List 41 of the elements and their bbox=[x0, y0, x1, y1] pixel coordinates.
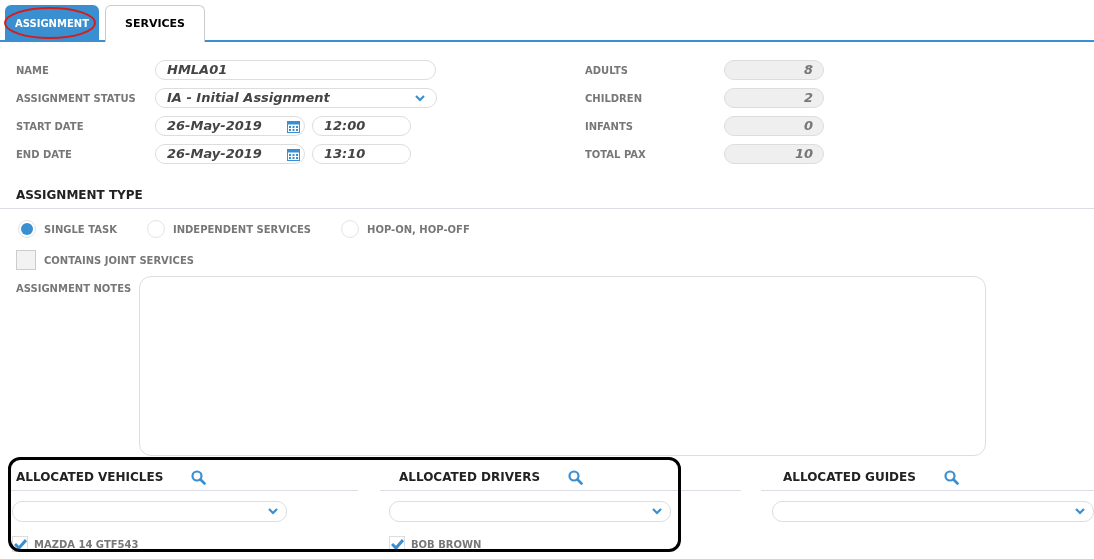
select-field[interactable] bbox=[772, 501, 1094, 522]
field-label: NAME bbox=[15, 63, 50, 78]
section-heading: ALLOCATED GUIDES bbox=[783, 469, 916, 486]
select-field[interactable] bbox=[12, 501, 287, 522]
readonly-field: 0 bbox=[724, 116, 824, 136]
calendar-icon[interactable] bbox=[287, 119, 300, 133]
select-field[interactable] bbox=[389, 501, 671, 522]
calendar-icon[interactable] bbox=[287, 147, 300, 161]
readonly-field: 2 bbox=[724, 88, 824, 108]
search-icon[interactable] bbox=[943, 469, 959, 485]
readonly-field: 10 bbox=[724, 144, 824, 164]
date-value: 26-May-2019 bbox=[167, 117, 262, 136]
checkbox-label: BOB BROWN bbox=[411, 537, 482, 552]
field-label: ADULTS bbox=[585, 63, 629, 78]
checkbox[interactable] bbox=[16, 250, 36, 270]
field-label: ASSIGNMENT NOTES bbox=[15, 282, 133, 296]
notes-field[interactable] bbox=[139, 276, 986, 456]
radio-label: SINGLE TASK bbox=[44, 222, 117, 237]
select-value: IA - Initial Assignment bbox=[167, 89, 330, 108]
radio-label: HOP-ON, HOP-OFF bbox=[367, 222, 470, 237]
date-value: 26-May-2019 bbox=[167, 145, 262, 164]
chevron-down-icon bbox=[415, 94, 425, 102]
chevron-down-icon bbox=[1075, 508, 1085, 515]
field-label: START DATE bbox=[15, 119, 85, 134]
chevron-down-icon bbox=[652, 508, 662, 515]
search-icon[interactable] bbox=[191, 469, 207, 485]
tab[interactable]: SERVICES bbox=[104, 5, 205, 42]
field-label: CHILDREN bbox=[585, 91, 643, 106]
section-heading: ALLOCATED DRIVERS bbox=[399, 469, 541, 486]
field-label: ASSIGNMENT STATUS bbox=[15, 91, 137, 106]
field-label: INFANTS bbox=[585, 119, 634, 134]
field-label: END DATE bbox=[15, 147, 73, 162]
chevron-down-icon bbox=[268, 508, 278, 515]
checkbox-label: MAZDA 14 GTF543 bbox=[34, 537, 139, 552]
checkbox-label: CONTAINS JOINT SERVICES bbox=[44, 253, 194, 268]
readonly-field: 8 bbox=[724, 60, 824, 80]
search-icon[interactable] bbox=[568, 469, 584, 485]
section-heading: ALLOCATED VEHICLES bbox=[16, 469, 164, 486]
radio-label: INDEPENDENT SERVICES bbox=[172, 222, 312, 237]
section-heading: ASSIGNMENT TYPE bbox=[16, 188, 143, 202]
field-label: TOTAL PAX bbox=[585, 147, 647, 162]
